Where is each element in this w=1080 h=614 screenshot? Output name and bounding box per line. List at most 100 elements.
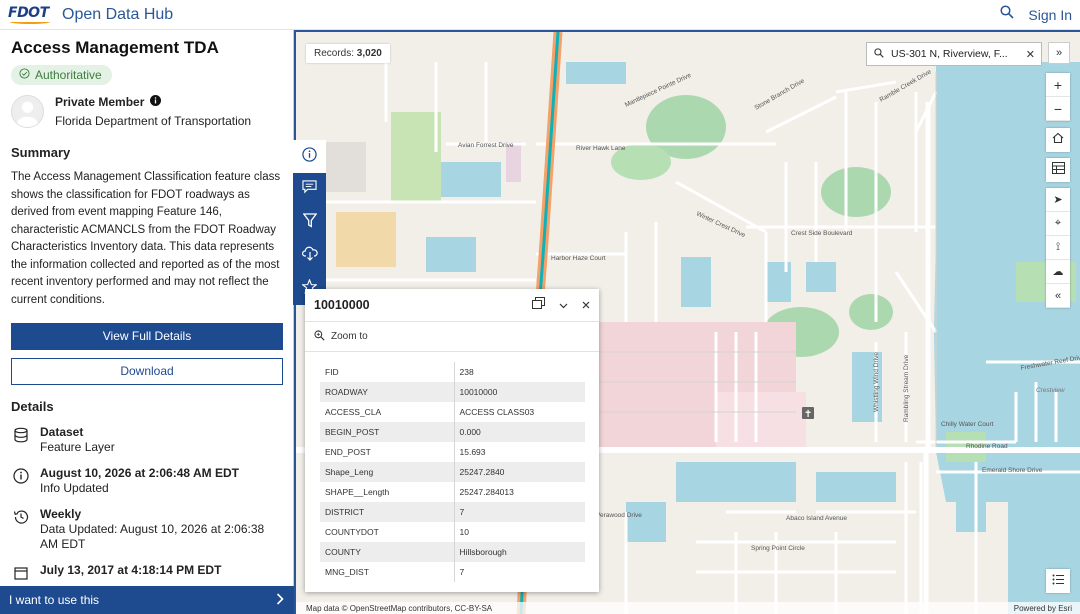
feature-popup: 10010000 Zoom to FID 238 ROADWAY 10010000 …: [305, 289, 599, 592]
zoom-controls: + −: [1046, 73, 1070, 121]
measure-button[interactable]: ⟟: [1046, 236, 1070, 260]
details-heading: Details: [11, 399, 54, 414]
list-icon: [1052, 572, 1064, 590]
detail-sub: Feature Layer: [40, 440, 115, 454]
legend-button[interactable]: [1046, 569, 1070, 593]
pond: [676, 462, 796, 502]
locate-button[interactable]: ⌖: [1046, 212, 1070, 236]
expand-panel-button[interactable]: »: [1048, 42, 1070, 64]
comment-icon: [302, 180, 317, 199]
street-label: Harbor Haze Court: [551, 255, 606, 262]
avatar: [11, 95, 44, 128]
check-circle-icon: [19, 68, 30, 82]
search-icon[interactable]: [1000, 5, 1014, 24]
location-search-chip[interactable]: US-301 N, Riverview, F... ✕: [866, 42, 1042, 66]
search-value: US-301 N, Riverview, F...: [891, 48, 1008, 60]
download-button[interactable]: Download: [11, 358, 283, 385]
pond: [806, 262, 836, 292]
parcel: [326, 142, 366, 192]
zoom-in-button[interactable]: +: [1046, 73, 1070, 97]
home-icon: [1052, 131, 1064, 149]
zoom-in-icon: [314, 329, 325, 344]
chevron-right-icon: [276, 592, 284, 608]
download-data-button[interactable]: [293, 239, 326, 272]
fdot-logo[interactable]: FDOT: [8, 4, 54, 26]
basemap-button[interactable]: ☁: [1046, 260, 1070, 284]
popup-header: 10010000: [305, 289, 599, 322]
detail-sub: Info Updated: [40, 481, 109, 495]
owner-name-row: Private Member: [55, 95, 251, 109]
attribute-table: FID 238 ROADWAY 10010000 ACCESS_CLA ACCESS …: [320, 362, 585, 582]
attr-key: END_POST: [320, 442, 455, 462]
table-row: COUNTY Hillsborough: [320, 542, 585, 562]
navigate-button[interactable]: ➤: [1046, 188, 1070, 212]
view-full-details-button[interactable]: View Full Details: [11, 323, 283, 350]
i-want-to-use-this-bar[interactable]: I want to use this: [0, 586, 294, 614]
navigation-arrow-icon: ➤: [1053, 194, 1063, 206]
attr-value: 25247.2840: [454, 462, 585, 482]
comment-button[interactable]: [293, 173, 326, 206]
table-row: COUNTYDOT 10: [320, 522, 585, 542]
attr-value: 10010000: [454, 382, 585, 402]
table-row: BEGIN_POST 0.000: [320, 422, 585, 442]
street-label: Winter Crest Drive: [695, 210, 746, 239]
street-label: Crest Side Boulevard: [791, 230, 853, 237]
owner-name: Private Member: [55, 95, 145, 109]
pond: [626, 502, 666, 542]
page-title: Access Management TDA: [11, 38, 219, 57]
detail-title: August 10, 2026 at 2:06:48 AM EDT: [40, 466, 239, 480]
attr-key: DISTRICT: [320, 502, 455, 522]
home-button[interactable]: [1046, 128, 1070, 152]
attr-key: ACCESS_CLA: [320, 402, 455, 422]
street-label: Spring Point Circle: [751, 545, 805, 552]
street-label: Verawood Drive: [596, 512, 642, 519]
attr-value: 15.693: [459, 447, 486, 457]
owner-org[interactable]: Florida Department of Transportation: [55, 114, 251, 128]
pond: [816, 472, 896, 502]
zoom-to-action[interactable]: Zoom to: [305, 322, 599, 352]
street-label: River Hawk Lane: [576, 145, 626, 152]
powered-by-esri[interactable]: Powered by Esri: [1014, 604, 1072, 613]
records-count: 3,020: [356, 48, 382, 59]
info-icon: [11, 466, 31, 496]
table-row: ROADWAY 10010000: [320, 382, 585, 402]
attr-key: MNG_DIST: [320, 562, 455, 582]
table-icon: [1051, 161, 1065, 179]
info-button[interactable]: [293, 140, 326, 173]
table-row: DISTRICT 7: [320, 502, 585, 522]
filter-icon: [301, 212, 318, 233]
street-label: Whistling Wind Drive: [873, 352, 880, 412]
detail-item-update-frequency: Weekly Data Updated: August 10, 2026 at …: [11, 507, 282, 552]
summary-heading: Summary: [11, 145, 71, 160]
info-filled-icon[interactable]: [150, 95, 162, 109]
attr-value: ACCESS CLASS03: [459, 407, 535, 417]
street-label: Rambling Stream Drive: [903, 354, 910, 422]
top-bar: FDOT Open Data Hub Sign In: [0, 0, 1080, 30]
sign-in-link[interactable]: Sign In: [1028, 7, 1072, 23]
filter-button[interactable]: [293, 206, 326, 239]
table-row: SHAPE__Length 25247.284013: [320, 482, 585, 502]
table-button[interactable]: [1046, 158, 1070, 182]
attr-key: SHAPE__Length: [320, 482, 455, 502]
attr-key: BEGIN_POST: [320, 422, 455, 442]
zoom-out-button[interactable]: −: [1046, 97, 1070, 121]
site-title[interactable]: Open Data Hub: [62, 6, 173, 24]
close-icon[interactable]: [582, 296, 590, 314]
attr-value: Hillsborough: [454, 542, 585, 562]
chevron-down-icon[interactable]: [559, 296, 568, 314]
collapse-tools-button[interactable]: «: [1046, 284, 1070, 308]
close-icon[interactable]: ✕: [1026, 48, 1035, 61]
attr-value: 238: [459, 367, 474, 377]
pond: [566, 62, 626, 84]
double-chevron-right-icon: »: [1055, 47, 1063, 59]
pond: [681, 257, 711, 307]
pond: [956, 482, 986, 532]
logo-text: FDOT: [8, 4, 49, 21]
records-label: Records:: [314, 48, 355, 59]
owner-block: Private Member Florida Department of Tra…: [11, 95, 282, 128]
svg-text:✝: ✝: [804, 409, 812, 420]
dock-icon[interactable]: [532, 296, 545, 314]
detail-item-type: Dataset Feature Layer: [11, 425, 282, 455]
popup-actions: [532, 296, 590, 314]
badge-label: Authoritative: [35, 68, 102, 82]
